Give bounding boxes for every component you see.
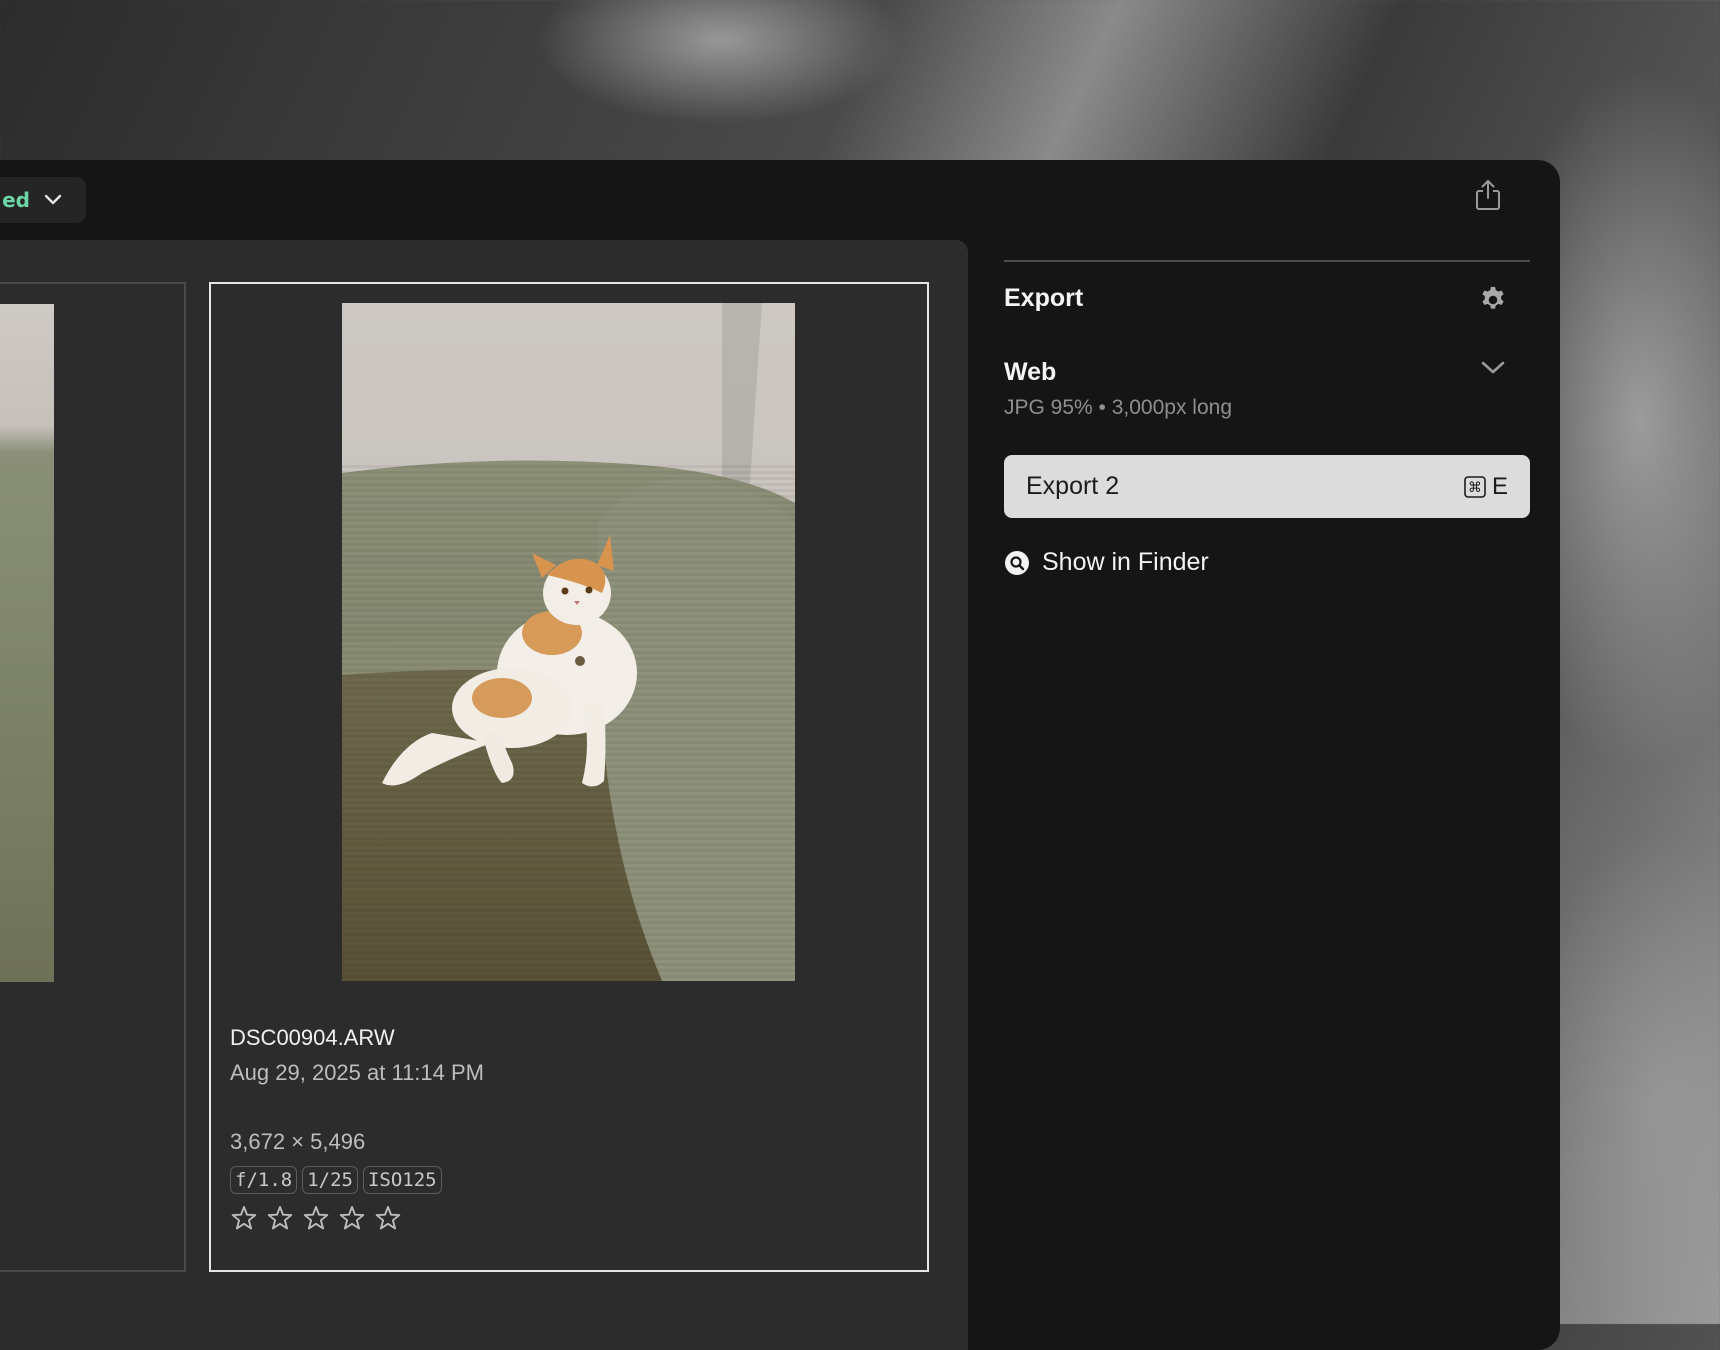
photo-dimensions: 3,672 × 5,496: [230, 1129, 366, 1154]
chevron-down-icon: [44, 194, 62, 206]
app-window: ed DSC00904.ARW Aug 29, 2025 at 11:14 PM…: [0, 160, 1560, 1350]
photo-card[interactable]: [0, 282, 186, 1272]
star-icon[interactable]: [266, 1204, 294, 1232]
export-preset-name[interactable]: Web: [1004, 358, 1056, 387]
panel-divider: [1004, 260, 1530, 262]
star-rating: [230, 1204, 402, 1232]
chevron-down-icon[interactable]: [1480, 360, 1506, 381]
export-button[interactable]: Export 2 ⌘ E: [1004, 455, 1530, 518]
photo-date: Aug 29, 2025 at 11:14 PM: [230, 1060, 484, 1085]
export-button-label: Export 2: [1026, 472, 1120, 500]
star-icon[interactable]: [374, 1204, 402, 1232]
show-in-finder-label: Show in Finder: [1042, 548, 1209, 576]
star-icon[interactable]: [338, 1204, 366, 1232]
star-icon[interactable]: [302, 1204, 330, 1232]
export-panel-title: Export: [1004, 284, 1084, 312]
star-icon[interactable]: [230, 1204, 258, 1232]
command-key-icon: ⌘: [1464, 475, 1486, 498]
show-in-finder-link[interactable]: Show in Finder: [1004, 548, 1209, 577]
filter-dropdown-label: ed: [2, 188, 30, 212]
photo-thumbnail: [0, 304, 54, 982]
magnifier-icon: [1005, 550, 1029, 575]
iso-chip: ISO125: [362, 1166, 442, 1194]
gear-icon[interactable]: [1478, 285, 1508, 315]
photo-grid: DSC00904.ARW Aug 29, 2025 at 11:14 PM 3,…: [0, 240, 968, 1350]
export-panel: Export Web JPG 95% • 3,000px long Export…: [1004, 160, 1530, 1350]
aperture-chip: f/1.8: [230, 1166, 298, 1194]
shutter-chip: 1/25: [302, 1166, 358, 1194]
photo-filename: DSC00904.ARW: [230, 1025, 395, 1050]
photo-thumbnail: [342, 303, 795, 981]
photo-card-selected[interactable]: DSC00904.ARW Aug 29, 2025 at 11:14 PM 3,…: [209, 282, 929, 1272]
exif-chips: f/1.8 1/25 ISO125: [230, 1166, 442, 1194]
shortcut-key: E: [1491, 472, 1508, 500]
export-preset-description: JPG 95% • 3,000px long: [1004, 396, 1232, 419]
filter-dropdown[interactable]: ed: [0, 177, 86, 223]
keyboard-shortcut: ⌘ E: [1464, 473, 1508, 501]
svg-text:⌘: ⌘: [1468, 480, 1482, 496]
